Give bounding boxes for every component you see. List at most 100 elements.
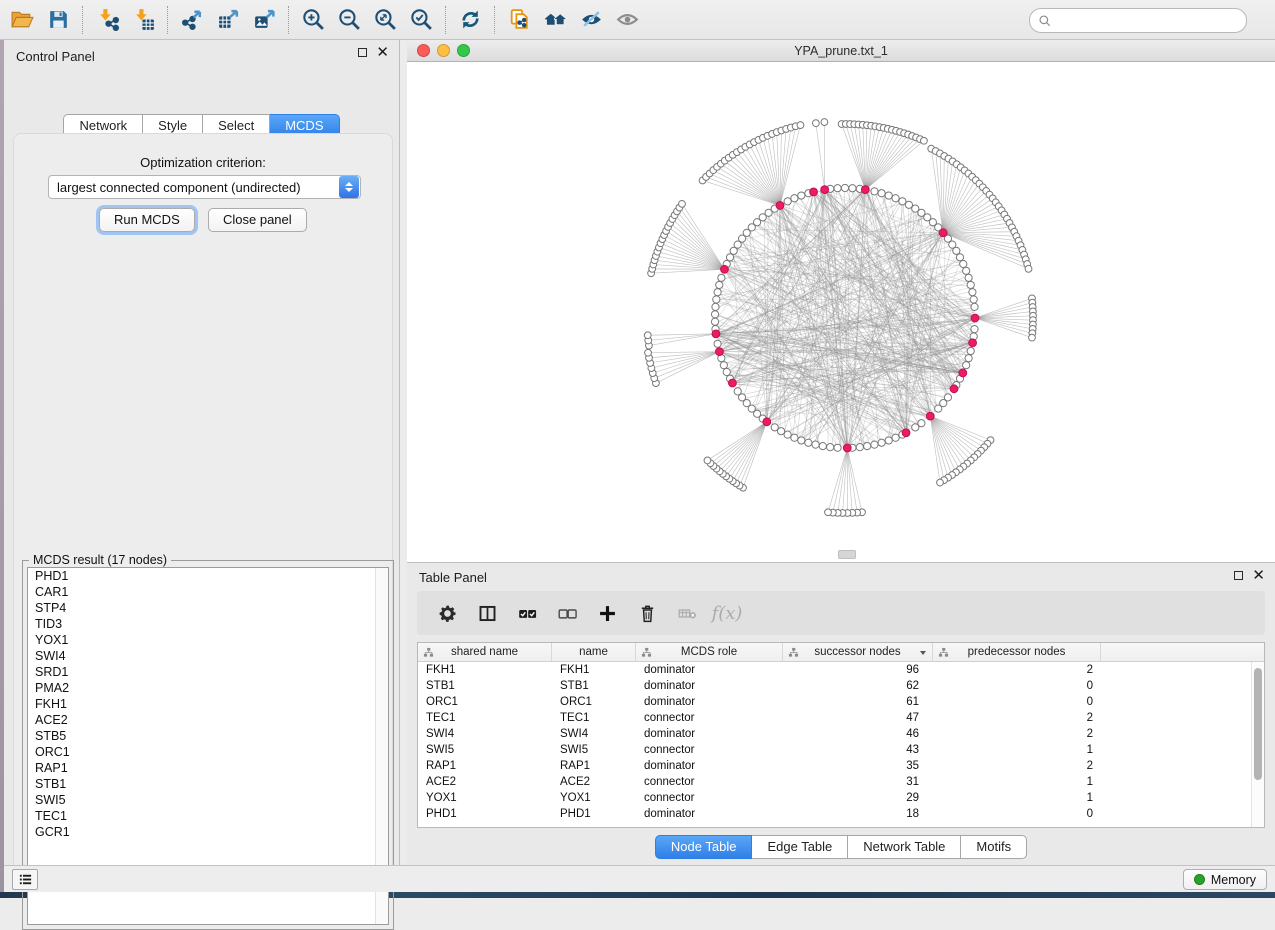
cell-name: PHD1	[552, 806, 636, 822]
zoom-fit-button[interactable]	[367, 4, 403, 36]
tab-edge-table[interactable]: Edge Table	[752, 835, 848, 859]
zoom-out-button[interactable]	[331, 4, 367, 36]
criterion-dropdown[interactable]: largest connected component (undirected)	[48, 175, 361, 199]
cell-predecessor-nodes: 1	[933, 742, 1101, 758]
mcds-result-item[interactable]: CAR1	[28, 584, 388, 600]
first-neighbors-button[interactable]	[537, 4, 573, 36]
import-table-button[interactable]	[125, 4, 161, 36]
select-all-button[interactable]	[513, 599, 541, 627]
import-network-button[interactable]	[89, 4, 125, 36]
criterion-selected-value: largest connected component (undirected)	[49, 180, 339, 195]
copy-style-button[interactable]	[501, 4, 537, 36]
table-row[interactable]: PHD1PHD1dominator180	[418, 806, 1264, 822]
toolbar-separator	[82, 6, 83, 34]
mcds-result-item[interactable]: SWI4	[28, 648, 388, 664]
table-row[interactable]: FKH1FKH1dominator962	[418, 662, 1264, 678]
mcds-result-item[interactable]: SRD1	[28, 664, 388, 680]
export-image-button[interactable]	[246, 4, 282, 36]
delete-column-button[interactable]	[633, 599, 661, 627]
task-history-button[interactable]	[12, 869, 38, 890]
clear-table-button[interactable]	[673, 599, 701, 627]
close-panel-button[interactable]: Close panel	[208, 208, 307, 232]
add-column-button[interactable]	[593, 599, 621, 627]
zoom-selected-button[interactable]	[403, 4, 439, 36]
search-field[interactable]	[1029, 8, 1247, 33]
cell-name: YOX1	[552, 790, 636, 806]
tab-network-table[interactable]: Network Table	[848, 835, 961, 859]
memory-button[interactable]: Memory	[1183, 869, 1267, 890]
cell-MCDS-role: connector	[636, 742, 783, 758]
toolbar-separator	[445, 6, 446, 34]
column-header-shared-name[interactable]: shared name	[418, 643, 552, 661]
cell-successor-nodes: 35	[783, 758, 933, 774]
table-row[interactable]: YOX1YOX1connector291	[418, 790, 1264, 806]
hide-selected-button[interactable]	[573, 4, 609, 36]
column-header-MCDS-role[interactable]: MCDS role	[636, 643, 783, 661]
cell-shared-name: SWI4	[418, 726, 552, 742]
table-row[interactable]: ACE2ACE2connector311	[418, 774, 1264, 790]
mcds-result-item[interactable]: YOX1	[28, 632, 388, 648]
cell-shared-name: SWI5	[418, 742, 552, 758]
network-graph-canvas[interactable]	[407, 62, 1275, 562]
table-scrollbar[interactable]	[1251, 662, 1264, 827]
export-table-button[interactable]	[210, 4, 246, 36]
table-row[interactable]: TEC1TEC1connector472	[418, 710, 1264, 726]
refresh-button[interactable]	[452, 4, 488, 36]
table-settings-button[interactable]	[433, 599, 461, 627]
cell-predecessor-nodes: 2	[933, 758, 1101, 774]
table-scrollbar-thumb[interactable]	[1254, 668, 1262, 780]
mcds-result-item[interactable]: STB5	[28, 728, 388, 744]
control-panel: Control Panel ✕ NetworkStyleSelectMCDS O…	[4, 40, 400, 865]
table-row[interactable]: STB1STB1dominator620	[418, 678, 1264, 694]
tab-node-table[interactable]: Node Table	[655, 835, 753, 859]
mcds-result-item[interactable]: PHD1	[28, 568, 388, 584]
mcds-result-item[interactable]: GCR1	[28, 824, 388, 840]
float-panel-icon[interactable]	[358, 48, 367, 57]
mcds-result-item[interactable]: STP4	[28, 600, 388, 616]
close-panel-icon[interactable]: ✕	[1252, 571, 1265, 580]
table-row[interactable]: SWI5SWI5connector431	[418, 742, 1264, 758]
column-header-successor-nodes[interactable]: successor nodes	[783, 643, 933, 661]
cell-shared-name: ORC1	[418, 694, 552, 710]
export-network-button[interactable]	[174, 4, 210, 36]
mcds-result-item[interactable]: PMA2	[28, 680, 388, 696]
run-mcds-button[interactable]: Run MCDS	[99, 208, 195, 232]
cell-shared-name: PHD1	[418, 806, 552, 822]
tab-motifs[interactable]: Motifs	[961, 835, 1027, 859]
mcds-result-item[interactable]: TEC1	[28, 808, 388, 824]
cell-successor-nodes: 46	[783, 726, 933, 742]
table-row[interactable]: SWI4SWI4dominator462	[418, 726, 1264, 742]
function-builder-button[interactable]: f(x)	[713, 599, 741, 627]
cell-successor-nodes: 31	[783, 774, 933, 790]
zoom-in-button[interactable]	[295, 4, 331, 36]
show-all-button[interactable]	[609, 4, 645, 36]
deselect-all-button[interactable]	[553, 599, 581, 627]
dropdown-stepper-icon	[339, 176, 359, 198]
node-table[interactable]: shared namenameMCDS rolesuccessor nodesp…	[417, 642, 1265, 828]
table-body: FKH1FKH1dominator962STB1STB1dominator620…	[418, 662, 1264, 822]
open-file-button[interactable]	[4, 4, 40, 36]
save-session-button[interactable]	[40, 4, 76, 36]
checked-boxes-icon	[517, 603, 538, 624]
table-row[interactable]: ORC1ORC1dominator610	[418, 694, 1264, 710]
mcds-result-item[interactable]: ACE2	[28, 712, 388, 728]
mcds-result-item[interactable]: TID3	[28, 616, 388, 632]
show-columns-button[interactable]	[473, 599, 501, 627]
zoom-out-icon	[337, 7, 362, 32]
fx-icon: f(x)	[712, 603, 743, 624]
close-panel-icon[interactable]: ✕	[376, 48, 389, 57]
toolbar-separator	[288, 6, 289, 34]
mcds-result-item[interactable]: SWI5	[28, 792, 388, 808]
float-panel-icon[interactable]	[1234, 571, 1243, 580]
column-header-predecessor-nodes[interactable]: predecessor nodes	[933, 643, 1101, 661]
zoom-in-icon	[301, 7, 326, 32]
mcds-result-item[interactable]: FKH1	[28, 696, 388, 712]
mcds-result-item[interactable]: RAP1	[28, 760, 388, 776]
search-input[interactable]	[1057, 14, 1237, 28]
table-row[interactable]: RAP1RAP1dominator352	[418, 758, 1264, 774]
mcds-result-item[interactable]: ORC1	[28, 744, 388, 760]
mcds-result-item[interactable]: STB1	[28, 776, 388, 792]
panel-splitter-handle[interactable]	[838, 550, 856, 559]
column-header-name[interactable]: name	[552, 643, 636, 661]
table-panel-title: Table Panel	[419, 570, 487, 585]
